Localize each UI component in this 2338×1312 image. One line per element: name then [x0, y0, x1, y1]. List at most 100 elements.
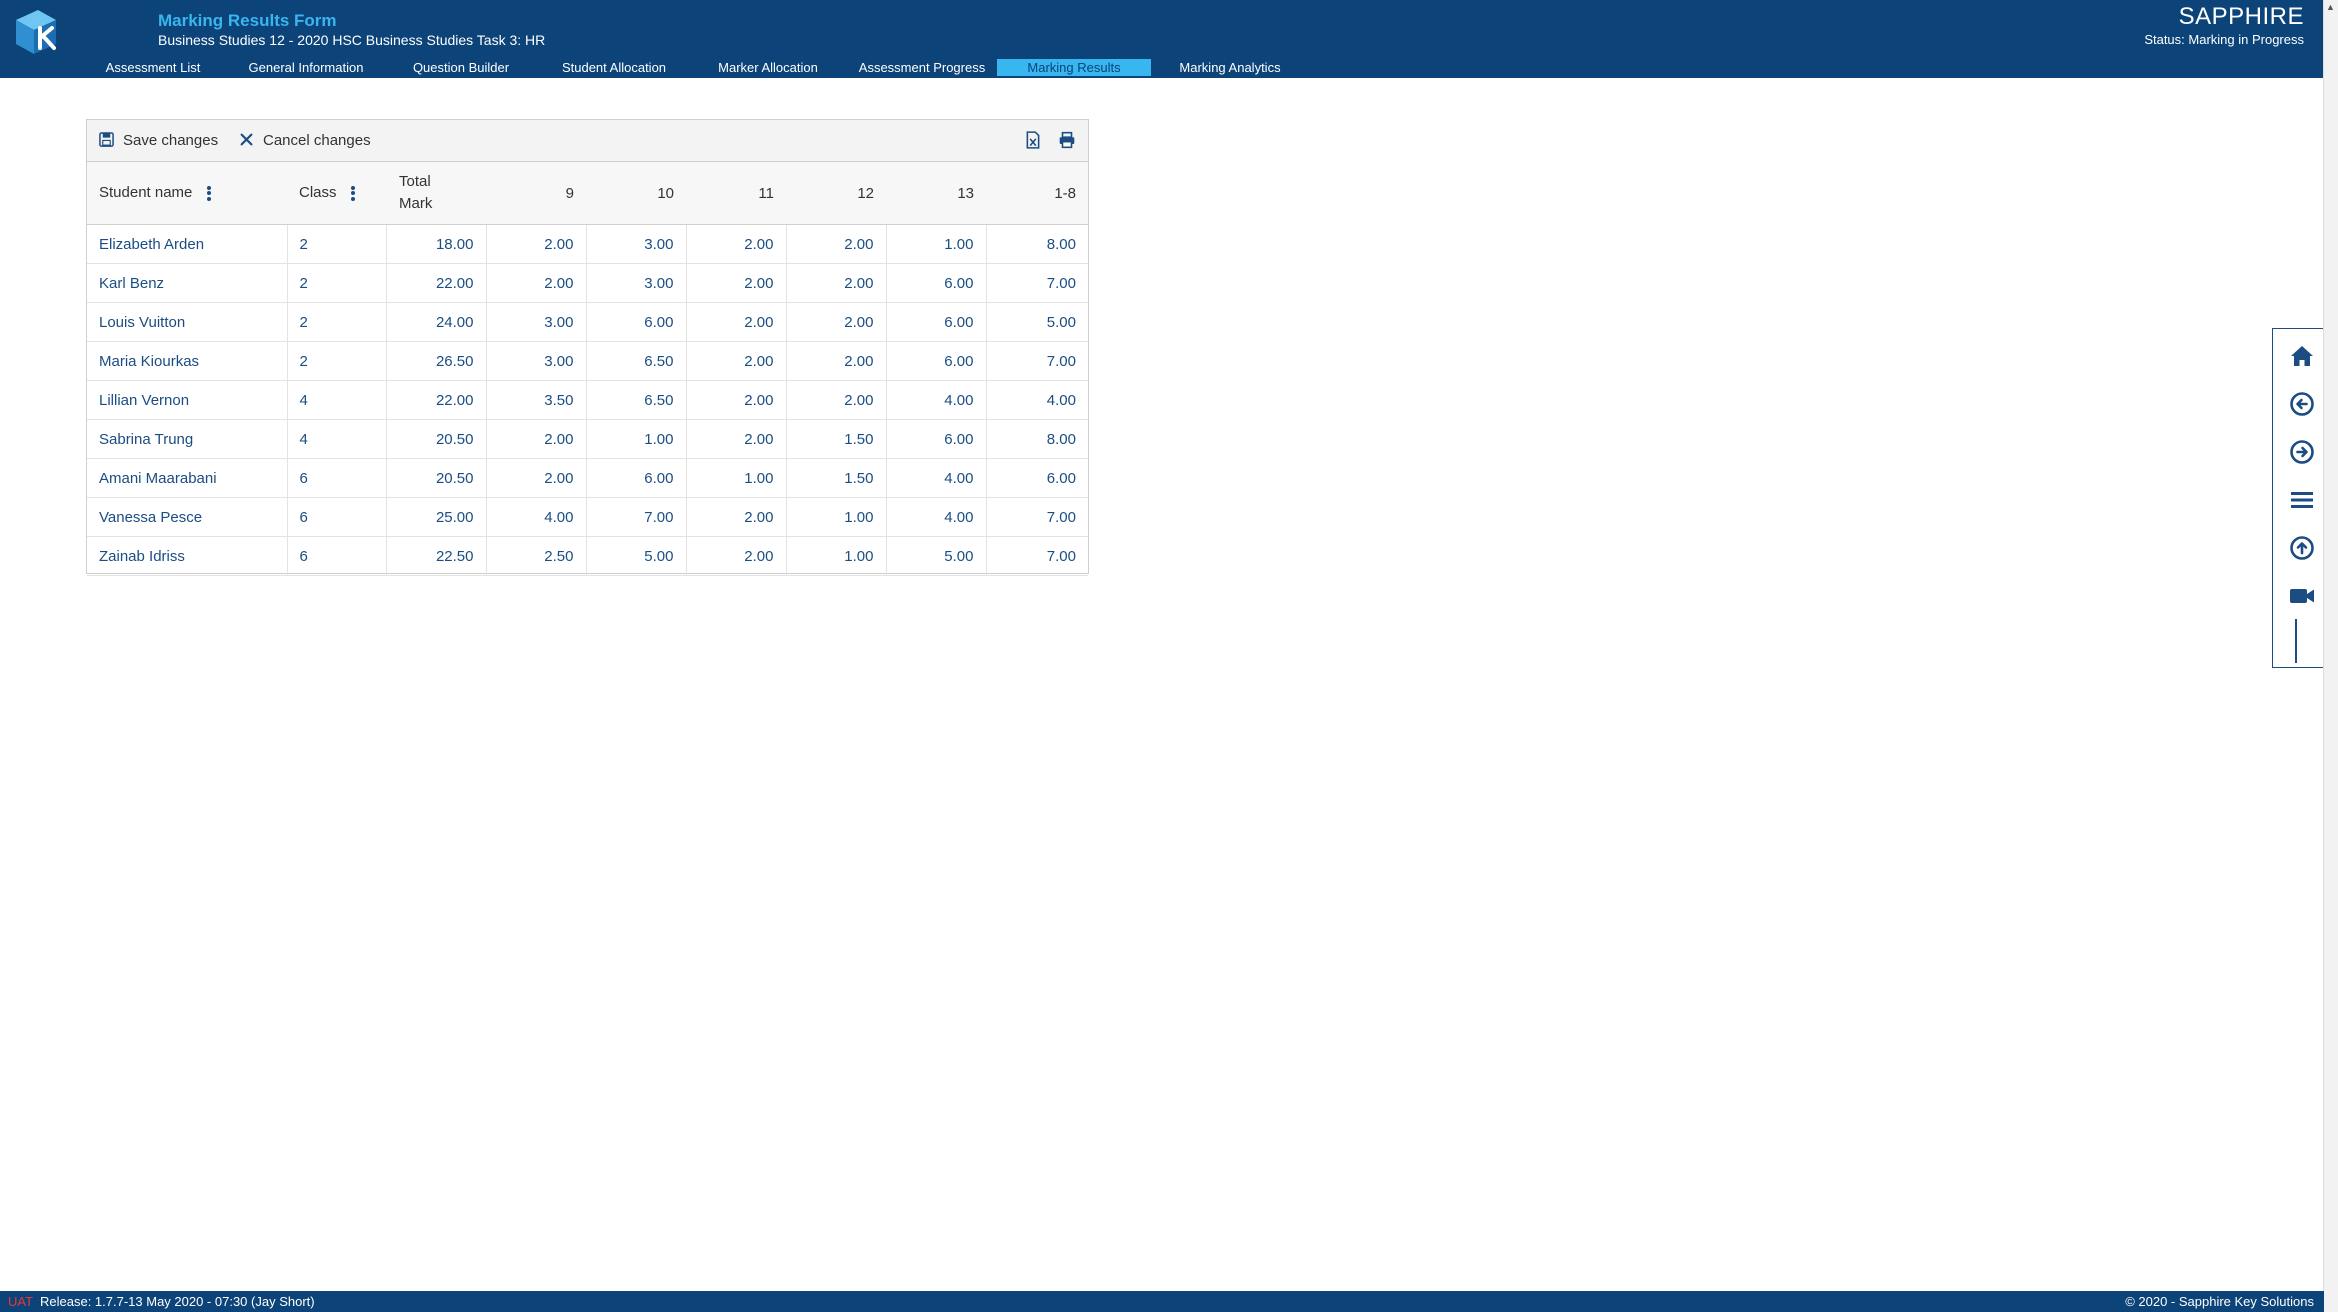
mark-cell[interactable]: 8.00 — [986, 419, 1088, 459]
mark-cell[interactable]: 1.00 — [886, 224, 987, 264]
home-icon[interactable] — [2287, 341, 2317, 371]
column-label: Student name — [99, 183, 193, 201]
mark-cell[interactable]: 1.50 — [786, 458, 887, 498]
mark-cell[interactable]: 2.00 — [686, 263, 787, 303]
column-menu-icon[interactable] — [350, 184, 355, 202]
mark-cell[interactable]: 2.00 — [786, 380, 887, 420]
mark-cell[interactable]: 6.00 — [886, 302, 987, 342]
mark-cell[interactable]: 2.00 — [686, 341, 787, 381]
grid-header-row: Student name Class Total Mark 9 10 11 12… — [87, 162, 1088, 225]
mark-cell[interactable]: 6.00 — [586, 458, 687, 498]
excel-export-icon[interactable] — [1024, 131, 1042, 149]
tab-assessment-list[interactable]: Assessment List — [88, 59, 218, 76]
mark-cell[interactable]: 1.00 — [786, 497, 887, 537]
scroll-up-arrow-icon[interactable]: ▲ — [2326, 2, 2335, 12]
print-icon[interactable] — [1058, 131, 1076, 149]
mark-cell[interactable]: 4.00 — [486, 497, 587, 537]
table-row[interactable]: Sabrina Trung 4 20.50 2.00 1.00 2.00 1.50 6.00 8… — [87, 419, 1088, 459]
table-row[interactable]: Lillian Vernon 4 22.00 3.50 6.50 2.00 2.00 4.00… — [87, 380, 1088, 420]
cancel-changes-button[interactable]: Cancel changes — [263, 131, 371, 151]
mark-cell[interactable]: 4.00 — [986, 380, 1088, 420]
tab-marking-results[interactable]: Marking Results — [997, 59, 1151, 76]
tab-general-information[interactable]: General Information — [236, 59, 376, 76]
mark-cell[interactable]: 7.00 — [986, 536, 1088, 576]
table-row[interactable]: Elizabeth Arden 2 18.00 2.00 3.00 2.00 2.00 1.0… — [87, 224, 1088, 264]
mark-cell[interactable]: 2.00 — [686, 536, 787, 576]
mark-cell[interactable]: 8.00 — [986, 224, 1088, 264]
mark-cell[interactable]: 3.00 — [586, 263, 687, 303]
mark-cell[interactable]: 5.00 — [986, 302, 1088, 342]
column-header-q1-8[interactable]: 1-8 — [986, 162, 1088, 225]
table-row[interactable]: Maria Kiourkas 2 26.50 3.00 6.50 2.00 2.00 6.00… — [87, 341, 1088, 381]
video-icon[interactable] — [2287, 581, 2317, 611]
mark-cell[interactable]: 3.50 — [486, 380, 587, 420]
scroll-top-icon[interactable] — [2287, 533, 2317, 563]
mark-cell[interactable]: 2.00 — [786, 263, 887, 303]
mark-cell[interactable]: 1.00 — [686, 458, 787, 498]
column-header-total-mark[interactable]: Total Mark — [386, 162, 486, 225]
mark-cell[interactable]: 4.00 — [886, 458, 987, 498]
mark-cell[interactable]: 2.00 — [686, 302, 787, 342]
table-row[interactable]: Zainab Idriss 6 22.50 2.50 5.00 2.00 1.00 5.00 7… — [87, 536, 1088, 576]
mark-cell[interactable]: 7.00 — [986, 341, 1088, 381]
column-header-q13[interactable]: 13 — [886, 162, 986, 225]
tab-question-builder[interactable]: Question Builder — [396, 59, 526, 76]
table-row[interactable]: Karl Benz 2 22.00 2.00 3.00 2.00 2.00 6.00 7.00 — [87, 263, 1088, 303]
mark-cell[interactable]: 2.00 — [786, 224, 887, 264]
mark-cell[interactable]: 5.00 — [886, 536, 987, 576]
column-header-q11[interactable]: 11 — [686, 162, 786, 225]
tab-student-allocation[interactable]: Student Allocation — [547, 59, 681, 76]
mark-cell[interactable]: 6.50 — [586, 380, 687, 420]
mark-cell[interactable]: 4.00 — [886, 497, 987, 537]
mark-cell[interactable]: 2.00 — [786, 341, 887, 381]
menu-icon[interactable] — [2287, 485, 2317, 515]
mark-cell[interactable]: 6.00 — [986, 458, 1088, 498]
table-row[interactable]: Amani Maarabani 6 20.50 2.00 6.00 1.00 1.50 4.0… — [87, 458, 1088, 498]
mark-cell[interactable]: 6.00 — [886, 341, 987, 381]
column-menu-icon[interactable] — [206, 184, 211, 202]
column-header-student-name[interactable]: Student name — [87, 162, 287, 225]
mark-cell[interactable]: 3.00 — [586, 224, 687, 264]
mark-cell[interactable]: 2.50 — [486, 536, 587, 576]
close-icon[interactable] — [240, 133, 253, 146]
mark-cell[interactable]: 5.00 — [586, 536, 687, 576]
page-scrollbar[interactable]: ▲ — [2323, 0, 2338, 1312]
mark-cell[interactable]: 6.50 — [586, 341, 687, 381]
rail-divider — [2295, 619, 2297, 663]
column-header-class[interactable]: Class — [287, 162, 386, 225]
mark-cell[interactable]: 4.00 — [886, 380, 987, 420]
save-changes-button[interactable]: Save changes — [123, 131, 218, 151]
mark-cell[interactable]: 2.00 — [686, 497, 787, 537]
mark-cell[interactable]: 2.00 — [686, 380, 787, 420]
column-header-q10[interactable]: 10 — [586, 162, 686, 225]
back-icon[interactable] — [2287, 389, 2317, 419]
sapphire-logo-icon[interactable] — [10, 6, 64, 58]
mark-cell[interactable]: 2.00 — [686, 224, 787, 264]
mark-cell[interactable]: 2.00 — [486, 419, 587, 459]
mark-cell[interactable]: 2.00 — [486, 458, 587, 498]
mark-cell[interactable]: 6.00 — [886, 263, 987, 303]
mark-cell[interactable]: 3.00 — [486, 302, 587, 342]
table-row[interactable]: Vanessa Pesce 6 25.00 4.00 7.00 2.00 1.00 4.00 7… — [87, 497, 1088, 537]
mark-cell[interactable]: 2.00 — [486, 263, 587, 303]
tab-marking-analytics[interactable]: Marking Analytics — [1160, 59, 1300, 76]
mark-cell[interactable]: 7.00 — [586, 497, 687, 537]
mark-cell[interactable]: 3.00 — [486, 341, 587, 381]
tab-marker-allocation[interactable]: Marker Allocation — [700, 59, 836, 76]
forward-icon[interactable] — [2287, 437, 2317, 467]
mark-cell[interactable]: 7.00 — [986, 263, 1088, 303]
save-icon[interactable] — [99, 132, 114, 147]
mark-cell[interactable]: 7.00 — [986, 497, 1088, 537]
table-row[interactable]: Louis Vuitton 2 24.00 3.00 6.00 2.00 2.00 6.00 5… — [87, 302, 1088, 342]
mark-cell[interactable]: 2.00 — [486, 224, 587, 264]
mark-cell[interactable]: 2.00 — [786, 302, 887, 342]
column-header-q9[interactable]: 9 — [486, 162, 586, 225]
tab-assessment-progress[interactable]: Assessment Progress — [852, 59, 992, 76]
column-header-q12[interactable]: 12 — [786, 162, 886, 225]
mark-cell[interactable]: 1.00 — [586, 419, 687, 459]
mark-cell[interactable]: 6.00 — [586, 302, 687, 342]
mark-cell[interactable]: 1.00 — [786, 536, 887, 576]
mark-cell[interactable]: 2.00 — [686, 419, 787, 459]
mark-cell[interactable]: 6.00 — [886, 419, 987, 459]
mark-cell[interactable]: 1.50 — [786, 419, 887, 459]
